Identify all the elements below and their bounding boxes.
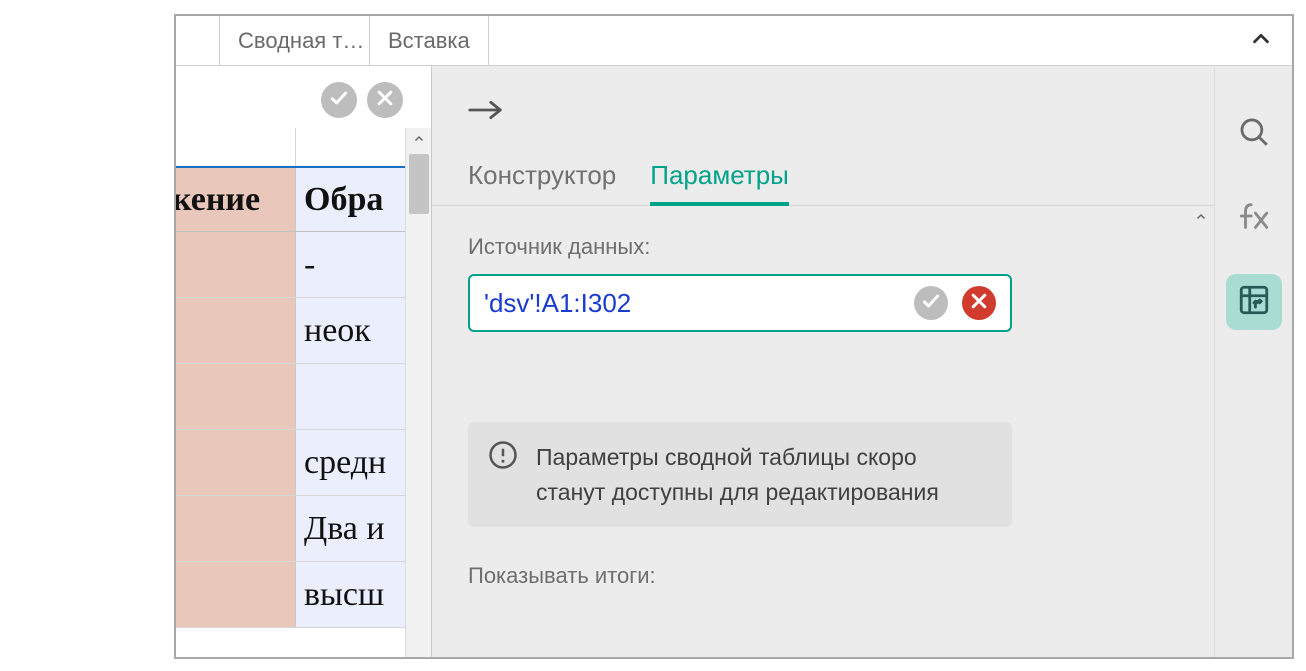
- cell[interactable]: [176, 562, 296, 627]
- info-icon: [488, 440, 518, 470]
- table-row: неок: [176, 298, 414, 364]
- table-row: [176, 364, 414, 430]
- sheet-grid[interactable]: кение Обра - неок средн: [176, 166, 414, 628]
- close-icon: [969, 291, 989, 316]
- tab-insert[interactable]: Вставка: [370, 16, 489, 65]
- source-input[interactable]: [484, 288, 900, 319]
- header-cell[interactable]: кение: [176, 168, 296, 231]
- close-icon: [375, 88, 395, 113]
- table-row: высш: [176, 562, 414, 628]
- body-row: кение Обра - неок средн: [176, 66, 1292, 657]
- cell[interactable]: [176, 298, 296, 363]
- cell[interactable]: [176, 364, 296, 429]
- info-text: Параметры сводной таблицы скоро станут д…: [536, 440, 992, 509]
- header-cell[interactable]: Обра: [296, 168, 414, 231]
- panel-vertical-scrollbar[interactable]: [1188, 206, 1214, 657]
- cell[interactable]: [176, 430, 296, 495]
- panel-header: [432, 66, 1214, 130]
- rail-fx-button[interactable]: [1226, 190, 1282, 246]
- panel-tabs: Конструктор Параметры: [432, 160, 1214, 206]
- formula-confirm-cancel: [321, 82, 403, 118]
- sheet-area: кение Обра - неок средн: [176, 66, 431, 657]
- panel-body: Источник данных:: [432, 206, 1214, 657]
- source-label: Источник данных:: [468, 234, 1178, 260]
- check-icon: [921, 291, 941, 316]
- table-row: средн: [176, 430, 414, 496]
- cancel-button[interactable]: [367, 82, 403, 118]
- right-icon-rail: [1214, 66, 1292, 657]
- table-row: -: [176, 232, 414, 298]
- fx-icon: [1237, 199, 1271, 238]
- side-panel: Конструктор Параметры Источник данных:: [431, 66, 1214, 657]
- tab-label: Сводная т…: [238, 28, 364, 54]
- scroll-up-button[interactable]: [1188, 206, 1214, 232]
- sheet-vertical-scrollbar[interactable]: [405, 128, 431, 657]
- arrow-right-icon: [468, 98, 506, 127]
- source-input-wrap: [468, 274, 1012, 332]
- tab-pivot-table[interactable]: Сводная т…: [220, 16, 370, 65]
- tab-label: Параметры: [650, 160, 789, 190]
- cell[interactable]: -: [296, 232, 414, 297]
- chevron-up-icon: [1250, 28, 1272, 55]
- ribbon-tabstrip: Сводная т… Вставка: [176, 16, 1292, 66]
- tab-designer[interactable]: Конструктор: [468, 160, 616, 205]
- tabstrip-spacer: [176, 16, 220, 65]
- info-box: Параметры сводной таблицы скоро станут д…: [468, 422, 1012, 527]
- table-header-row: кение Обра: [176, 166, 414, 232]
- rail-pivot-button[interactable]: [1226, 274, 1282, 330]
- chevron-up-icon: [413, 132, 425, 150]
- cell[interactable]: [176, 232, 296, 297]
- sheet-blank-row: [176, 128, 414, 166]
- rail-search-button[interactable]: [1226, 106, 1282, 162]
- cell[interactable]: неок: [296, 298, 414, 363]
- cell[interactable]: [296, 364, 414, 429]
- source-confirm-button[interactable]: [914, 286, 948, 320]
- scrollbar-thumb[interactable]: [409, 154, 429, 214]
- pivot-table-icon: [1237, 283, 1271, 322]
- show-totals-label: Показывать итоги:: [468, 563, 1178, 589]
- tab-parameters[interactable]: Параметры: [650, 160, 789, 205]
- panel-collapse-button[interactable]: [468, 94, 510, 130]
- cell[interactable]: высш: [296, 562, 414, 627]
- tab-label: Вставка: [388, 28, 470, 54]
- chevron-up-icon: [1195, 210, 1207, 228]
- scroll-up-button[interactable]: [406, 128, 431, 154]
- tab-label: Конструктор: [468, 160, 616, 190]
- check-icon: [329, 88, 349, 113]
- table-row: Два и: [176, 496, 414, 562]
- collapse-ribbon-button[interactable]: [1244, 24, 1278, 58]
- source-cancel-button[interactable]: [962, 286, 996, 320]
- cell[interactable]: [176, 496, 296, 561]
- search-icon: [1237, 115, 1271, 154]
- confirm-button[interactable]: [321, 82, 357, 118]
- cell[interactable]: Два и: [296, 496, 414, 561]
- app-window: Сводная т… Вставка: [174, 14, 1294, 659]
- cell[interactable]: средн: [296, 430, 414, 495]
